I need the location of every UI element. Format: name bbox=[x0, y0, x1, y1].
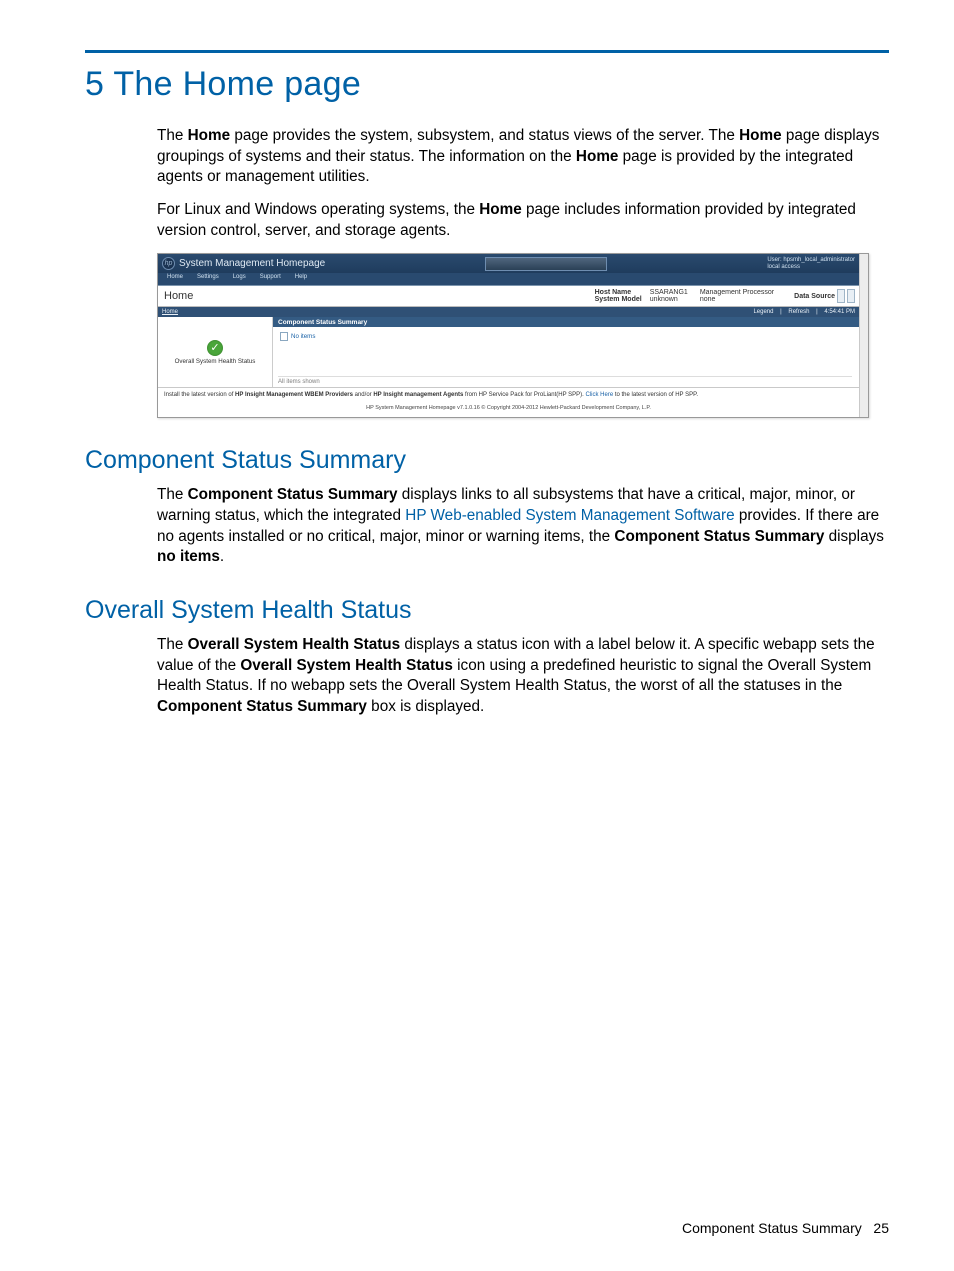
text: displays bbox=[824, 528, 884, 545]
text: page provides the system, subsystem, and… bbox=[230, 127, 739, 144]
model-val: unknown bbox=[650, 296, 688, 303]
smh-info-bar: Home Host Name System Model SSARANG1 unk… bbox=[158, 286, 859, 307]
smh-titlebar: hp System Management Homepage User: hpsm… bbox=[158, 254, 859, 273]
user-line1: User: hpsmh_local_administrator bbox=[767, 257, 855, 263]
refresh-link[interactable]: Refresh bbox=[788, 309, 809, 315]
hp-logo-icon: hp bbox=[162, 257, 175, 270]
text: The bbox=[157, 486, 188, 503]
click-here-link[interactable]: Click Here bbox=[586, 392, 614, 398]
bold: Home bbox=[739, 127, 782, 144]
component-summary-header: Component Status Summary bbox=[273, 317, 859, 327]
footer-page: 25 bbox=[873, 1220, 889, 1236]
bold: Overall System Health Status bbox=[240, 657, 453, 674]
text: to the latest version of HP SPP. bbox=[613, 392, 698, 398]
all-items-shown: All items shown bbox=[278, 376, 852, 385]
section1-para: The Component Status Summary displays li… bbox=[85, 485, 889, 568]
bold: no items bbox=[157, 548, 220, 565]
chapter-title: 5 The Home page bbox=[85, 65, 889, 104]
smh-screenshot: hp System Management Homepage User: hpsm… bbox=[157, 253, 869, 418]
smh-user-info: User: hpsmh_local_administrator local ac… bbox=[757, 257, 855, 270]
tab-home[interactable]: Home bbox=[161, 273, 189, 285]
host-key: Host Name bbox=[595, 289, 642, 296]
text: Install the latest version of bbox=[164, 392, 235, 398]
breadcrumb-home[interactable]: Home bbox=[162, 309, 178, 315]
section-overall-health: Overall System Health Status bbox=[85, 596, 889, 625]
bold: Component Status Summary bbox=[614, 528, 824, 545]
health-status-label: Overall System Health Status bbox=[175, 358, 256, 365]
copyright-line: HP System Management Homepage v7.1.0.16 … bbox=[158, 403, 859, 417]
text: The bbox=[157, 127, 188, 144]
text: box is displayed. bbox=[367, 698, 484, 715]
bold: Component Status Summary bbox=[157, 698, 367, 715]
tab-help[interactable]: Help bbox=[289, 273, 313, 285]
mp-key: Management Processor bbox=[700, 289, 774, 296]
bold: HP Insight Management WBEM Providers bbox=[235, 392, 353, 398]
no-items-row: No items bbox=[273, 327, 859, 346]
bold: Home bbox=[188, 127, 231, 144]
smh-tabs: Home Settings Logs Support Help bbox=[158, 273, 859, 286]
data-source-label: Data Source bbox=[794, 293, 835, 300]
document-icon bbox=[280, 332, 288, 341]
host-pair: Host Name System Model bbox=[595, 289, 642, 304]
bold: Component Status Summary bbox=[188, 486, 398, 503]
intro-para-1: The Home page provides the system, subsy… bbox=[85, 126, 889, 188]
text: and/or bbox=[353, 392, 373, 398]
hp-web-link[interactable]: HP Web-enabled System Management Softwar… bbox=[405, 507, 734, 524]
ok-check-icon: ✓ bbox=[207, 340, 223, 356]
model-key: System Model bbox=[595, 296, 642, 303]
bold: Overall System Health Status bbox=[188, 636, 401, 653]
smh-breadcrumb: Home Legend | Refresh | 4:54:41 PM bbox=[158, 307, 859, 317]
data-source-icon[interactable] bbox=[837, 289, 845, 303]
legend-link[interactable]: Legend bbox=[753, 309, 773, 315]
tab-logs[interactable]: Logs bbox=[227, 273, 252, 285]
tab-settings[interactable]: Settings bbox=[191, 273, 225, 285]
tab-support[interactable]: Support bbox=[254, 273, 287, 285]
intro-para-2: For Linux and Windows operating systems,… bbox=[85, 200, 889, 241]
section-component-status: Component Status Summary bbox=[85, 446, 889, 475]
text: For Linux and Windows operating systems,… bbox=[157, 201, 479, 218]
page-footer: Component Status Summary 25 bbox=[682, 1220, 889, 1236]
health-status-panel: ✓ Overall System Health Status bbox=[158, 317, 273, 387]
data-source-icon-2[interactable] bbox=[847, 289, 855, 303]
scrollbar[interactable] bbox=[859, 254, 868, 417]
user-line2: local access bbox=[767, 264, 800, 270]
section2-para: The Overall System Health Status display… bbox=[85, 635, 889, 718]
bold: Home bbox=[576, 148, 619, 165]
text: . bbox=[220, 548, 224, 565]
time-label: 4:54:41 PM bbox=[824, 309, 855, 315]
mp-pair: Management Processor none bbox=[700, 289, 774, 304]
host-val: SSARANG1 bbox=[650, 289, 688, 296]
text: from HP Service Pack for ProLiant(HP SPP… bbox=[463, 392, 585, 398]
top-rule bbox=[85, 50, 889, 53]
bold: HP Insight management Agents bbox=[373, 392, 463, 398]
host-values: SSARANG1 unknown bbox=[650, 289, 688, 304]
no-items-text: No items bbox=[291, 333, 315, 340]
smh-center-placeholder bbox=[485, 257, 607, 271]
mp-val: none bbox=[700, 296, 774, 303]
bold: Home bbox=[479, 201, 522, 218]
footer-label: Component Status Summary bbox=[682, 1220, 862, 1236]
page-heading: Home bbox=[162, 290, 193, 302]
text: The bbox=[157, 636, 188, 653]
smh-title: System Management Homepage bbox=[179, 258, 325, 269]
install-message: Install the latest version of HP Insight… bbox=[158, 387, 859, 403]
